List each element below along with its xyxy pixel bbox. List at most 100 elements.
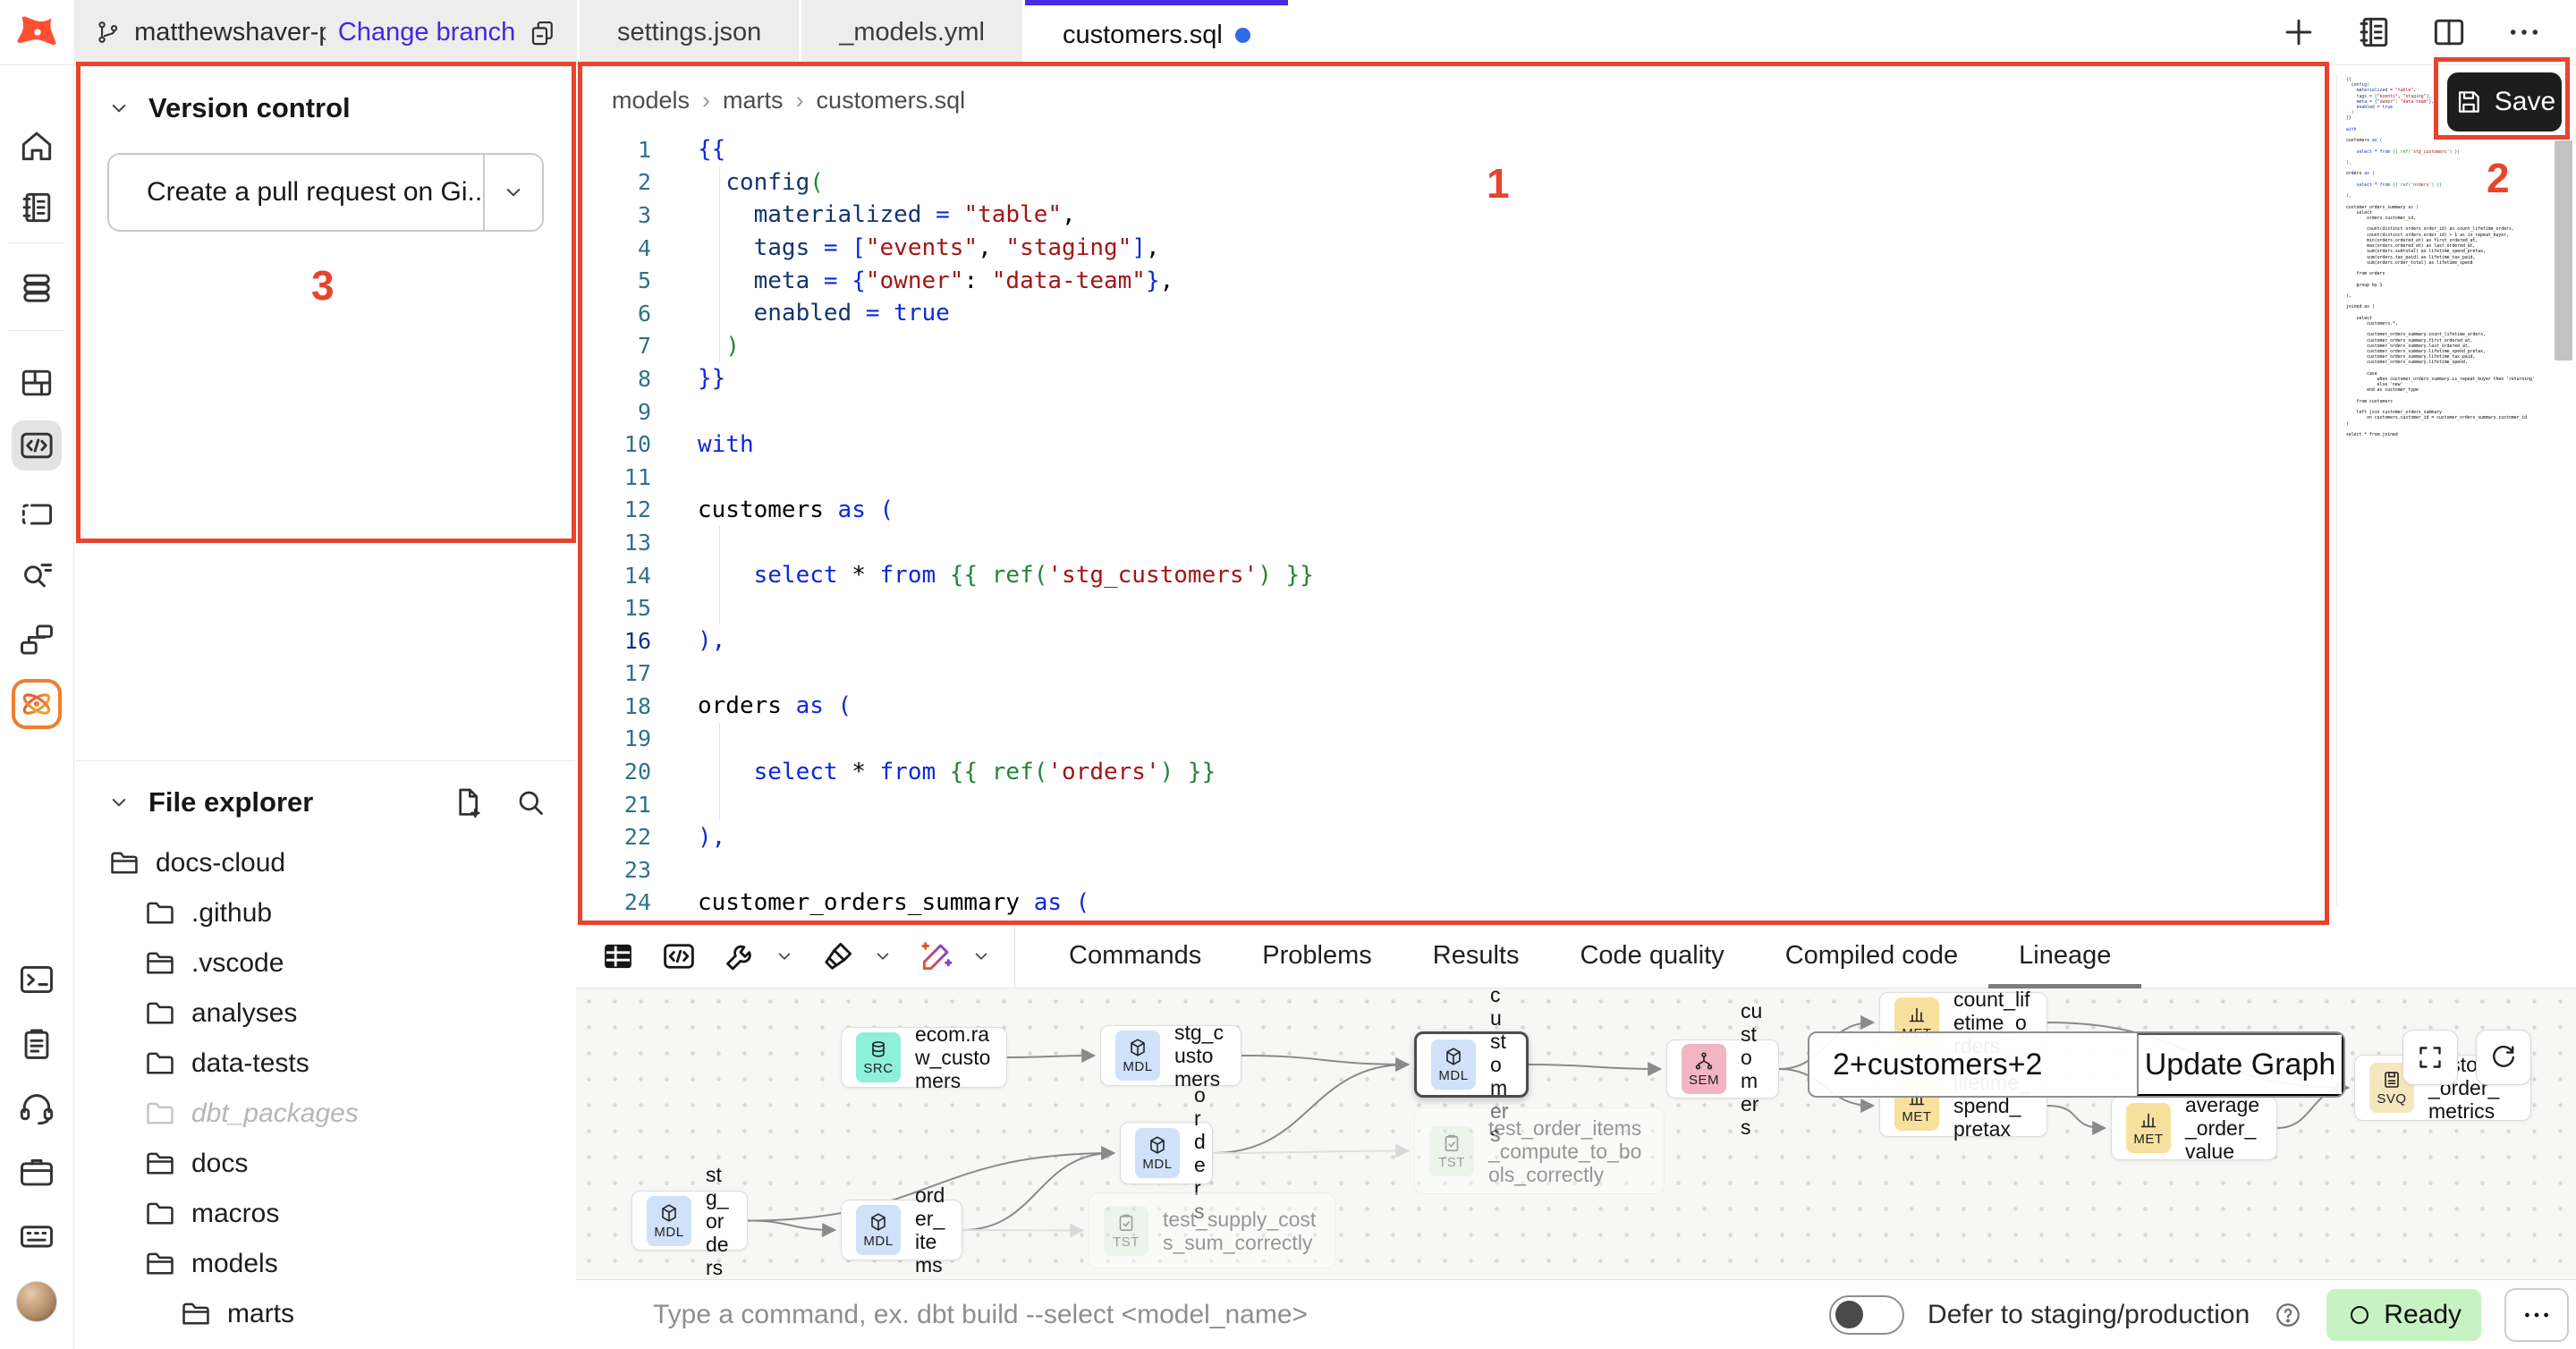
sidebar-item-notebook[interactable] <box>12 182 62 233</box>
code-line[interactable]: 19 <box>576 723 2336 756</box>
file-tree-item-dbt_packages[interactable]: dbt_packages <box>75 1089 575 1139</box>
bottom-tab-code-quality[interactable]: Code quality <box>1549 924 1754 988</box>
code-line[interactable]: 21 <box>576 788 2336 821</box>
code-line[interactable]: 15 <box>576 591 2336 624</box>
tab-_models-yml[interactable]: _models.yml <box>801 0 1022 64</box>
lineage-node-test_supply[interactable]: TSTtest_supply_costs_sum_correctly <box>1089 1192 1335 1268</box>
lineage-node-orders[interactable]: MDLorders <box>1120 1122 1213 1184</box>
code-line[interactable]: 18orders as ( <box>576 690 2336 723</box>
file-tree-item-marts[interactable]: marts <box>75 1289 575 1339</box>
bottom-tab-problems[interactable]: Problems <box>1232 924 1402 988</box>
sidebar-item-avatar[interactable] <box>12 1277 62 1327</box>
lineage-node-stg_customers[interactable]: MDLstg_customers <box>1100 1025 1241 1086</box>
tab-settings-json[interactable]: settings.json <box>580 0 799 64</box>
file-tree-item--github[interactable]: .github <box>75 888 575 938</box>
table-icon[interactable] <box>599 938 637 975</box>
code-line[interactable]: 5 meta = {"owner": "data-team"}, <box>576 264 2336 297</box>
magic-pen-icon[interactable] <box>918 938 955 975</box>
lineage-node-raw_customers[interactable]: SRCecom.raw_customers <box>841 1027 1007 1088</box>
code-preview-icon[interactable] <box>660 938 698 975</box>
sidebar-item-headset[interactable] <box>12 1082 62 1133</box>
defer-toggle[interactable] <box>1829 1295 1904 1335</box>
code-line[interactable]: 3 materialized = "table", <box>576 199 2336 232</box>
file-tree-item-macros[interactable]: macros <box>75 1189 575 1239</box>
file-explorer-header[interactable]: File explorer <box>75 761 575 829</box>
broom-icon[interactable] <box>819 938 857 975</box>
pr-button-caret[interactable] <box>483 155 542 230</box>
dbt-logo[interactable] <box>0 0 74 64</box>
lineage-query-input[interactable] <box>1809 1033 2137 1096</box>
code-line[interactable]: 9 <box>576 395 2336 428</box>
bottom-tab-commands[interactable]: Commands <box>1038 924 1232 988</box>
breadcrumb-segment[interactable]: marts <box>723 87 784 115</box>
copy-icon[interactable] <box>528 14 557 50</box>
chevron-down-icon[interactable] <box>871 945 894 968</box>
code-line[interactable]: 13 <box>576 526 2336 559</box>
create-pull-request-button[interactable]: Create a pull request on Gi... <box>107 153 544 232</box>
version-control-header[interactable]: Version control <box>106 92 351 124</box>
file-tree-item-docs-cloud[interactable]: docs-cloud <box>75 838 575 888</box>
fullscreen-button[interactable] <box>2402 1030 2458 1085</box>
plus-icon[interactable] <box>2279 13 2318 52</box>
lineage-canvas[interactable]: Update Graph SRCecom.raw_customers MDLstg… <box>576 988 2576 1279</box>
code-line[interactable]: 8}} <box>576 362 2336 395</box>
bottom-tab-results[interactable]: Results <box>1402 924 1550 988</box>
help-icon[interactable] <box>2273 1300 2303 1330</box>
refresh-graph-button[interactable] <box>2476 1030 2531 1085</box>
update-graph-button[interactable]: Update Graph <box>2137 1033 2343 1096</box>
code-area[interactable]: 1{{2 config(3 materialized = "table",4 t… <box>576 133 2336 919</box>
sidebar-item-keyboard[interactable] <box>12 1211 62 1261</box>
more-options-button[interactable] <box>2504 1288 2569 1342</box>
code-line[interactable]: 22), <box>576 820 2336 853</box>
sidebar-item-clipboard[interactable] <box>12 1019 62 1069</box>
save-button[interactable]: Save <box>2447 72 2562 132</box>
sidebar-item-case[interactable] <box>12 1147 62 1197</box>
code-line[interactable]: 24customer_orders_summary as ( <box>576 887 2336 920</box>
file-tree-item-analyses[interactable]: analyses <box>75 988 575 1039</box>
sidebar-item-terminal[interactable] <box>12 954 62 1005</box>
code-line[interactable]: 14 select * from {{ ref('stg_customers')… <box>576 559 2336 592</box>
sidebar-item-trays[interactable] <box>12 263 62 313</box>
avatar[interactable] <box>16 1281 57 1322</box>
code-line[interactable]: 20 select * from {{ ref('orders') }} <box>576 755 2336 788</box>
code-line[interactable]: 7 ) <box>576 330 2336 363</box>
sidebar-item-code[interactable] <box>12 420 62 471</box>
file-tree-item-docs[interactable]: docs <box>75 1139 575 1189</box>
code-line[interactable]: 6 enabled = true <box>576 297 2336 330</box>
wrench-icon[interactable] <box>721 938 758 975</box>
sidebar-item-atom[interactable] <box>12 679 62 729</box>
split-view-icon[interactable] <box>2429 13 2469 52</box>
new-file-icon[interactable] <box>450 785 486 820</box>
chevron-down-icon[interactable] <box>773 945 796 968</box>
change-branch-link[interactable]: Change branch <box>338 18 515 47</box>
code-line[interactable]: 16), <box>576 624 2336 658</box>
bottom-tab-compiled-code[interactable]: Compiled code <box>1755 924 1988 988</box>
lineage-node-avg_order_val[interactable]: METaverage_order_value <box>2111 1096 2277 1160</box>
sidebar-item-home[interactable] <box>12 121 62 171</box>
file-tree-item-models[interactable]: models <box>75 1239 575 1289</box>
lineage-node-test_bools[interactable]: TSTtest_order_items_compute_to_bools_cor… <box>1414 1107 1665 1194</box>
breadcrumb-segment[interactable]: customers.sql <box>817 87 966 115</box>
sidebar-item-branchboxes[interactable] <box>12 615 62 665</box>
code-line[interactable]: 2 config( <box>576 166 2336 199</box>
file-tree-item--vscode[interactable]: .vscode <box>75 938 575 988</box>
code-line[interactable]: 4 tags = ["events", "staging"], <box>576 232 2336 265</box>
tab-customers-sql[interactable]: customers.sql <box>1025 0 1288 64</box>
code-line[interactable]: 10with <box>576 428 2336 461</box>
sidebar-item-dashed[interactable] <box>12 489 62 539</box>
code-line[interactable]: 1{{ <box>576 133 2336 166</box>
bottom-tab-lineage[interactable]: Lineage <box>1988 924 2141 988</box>
status-badge-ready[interactable]: Ready <box>2326 1289 2481 1341</box>
lineage-node-customers_mdl[interactable]: MDLcustomers <box>1414 1031 1529 1098</box>
file-tree-item-data-tests[interactable]: data-tests <box>75 1039 575 1089</box>
minimap[interactable]: {{ config( materialized = "table", tags … <box>2336 74 2544 906</box>
notebook-icon[interactable] <box>2354 13 2394 52</box>
sidebar-item-searchdoc[interactable] <box>12 550 62 600</box>
search-icon[interactable] <box>513 785 548 820</box>
breadcrumb-segment[interactable]: models <box>612 87 690 115</box>
code-line[interactable]: 11 <box>576 461 2336 494</box>
lineage-node-order_items[interactable]: MDLorder_items <box>841 1200 962 1260</box>
editor-scrollbar[interactable] <box>2555 140 2572 361</box>
code-line[interactable]: 17 <box>576 658 2336 691</box>
command-input[interactable] <box>653 1300 1829 1330</box>
